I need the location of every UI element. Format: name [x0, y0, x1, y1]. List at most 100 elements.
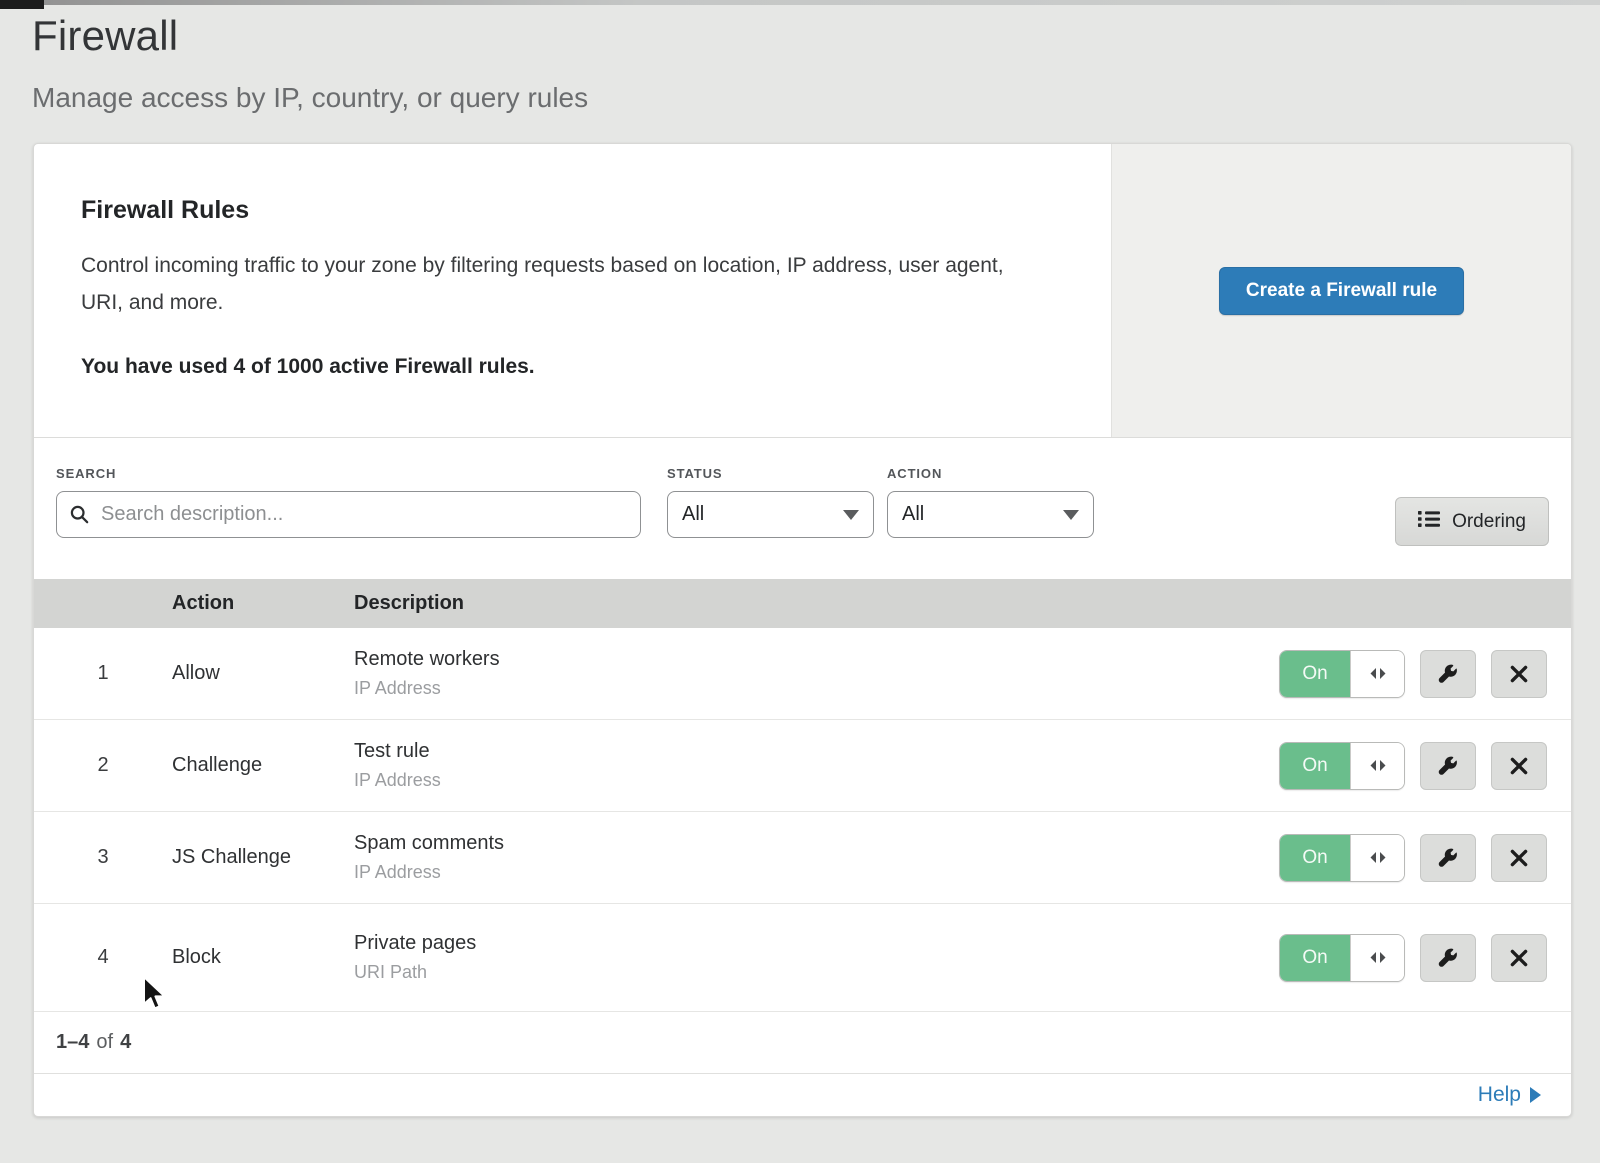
rule-controls: On [1279, 742, 1547, 790]
search-input[interactable] [56, 491, 641, 538]
pagination-total: 4 [120, 1031, 131, 1054]
rules-heading: Firewall Rules [81, 196, 1051, 225]
toggle-handle [1350, 935, 1404, 981]
edit-rule-button[interactable] [1420, 934, 1476, 982]
rule-description-cell: Test rule IP Address [354, 740, 1279, 791]
rule-priority: 2 [34, 754, 172, 777]
rules-intro-text: Firewall Rules Control incoming traffic … [34, 144, 1111, 437]
rule-enabled-toggle[interactable]: On [1279, 742, 1405, 790]
rule-description: Remote workers [354, 648, 1279, 671]
rule-controls: On [1279, 650, 1547, 698]
toggle-handle [1350, 743, 1404, 789]
toggle-on-label: On [1280, 935, 1350, 981]
toggle-handle [1350, 651, 1404, 697]
page-title: Firewall [32, 12, 1568, 60]
rule-description: Private pages [354, 932, 1279, 955]
toggle-on-label: On [1280, 743, 1350, 789]
status-select[interactable]: All [667, 491, 874, 538]
delete-rule-button[interactable] [1491, 834, 1547, 882]
rule-enabled-toggle[interactable]: On [1279, 934, 1405, 982]
rule-controls: On [1279, 834, 1547, 882]
delete-rule-button[interactable] [1491, 650, 1547, 698]
column-header-description: Description [354, 592, 1571, 615]
firewall-rules-card: Firewall Rules Control incoming traffic … [33, 143, 1572, 1117]
close-icon [1509, 756, 1529, 776]
help-row: Help [34, 1074, 1571, 1116]
rule-priority: 4 [34, 946, 172, 969]
ordered-list-icon [1418, 510, 1440, 534]
action-select[interactable]: All [887, 491, 1094, 538]
delete-rule-button[interactable] [1491, 742, 1547, 790]
help-link[interactable]: Help [1478, 1083, 1541, 1107]
window-top-edge [0, 0, 1600, 5]
rule-enabled-toggle[interactable]: On [1279, 834, 1405, 882]
wrench-icon [1437, 847, 1459, 869]
left-right-arrows-icon [1368, 667, 1388, 680]
status-label: STATUS [667, 466, 874, 481]
rule-priority: 3 [34, 846, 172, 869]
edit-rule-button[interactable] [1420, 650, 1476, 698]
edit-rule-button[interactable] [1420, 742, 1476, 790]
wrench-icon [1437, 947, 1459, 969]
page-subtitle: Manage access by IP, country, or query r… [32, 82, 1568, 114]
column-header-action: Action [172, 592, 354, 615]
rule-action: Allow [172, 662, 354, 685]
search-input-wrap [56, 491, 641, 538]
delete-rule-button[interactable] [1491, 934, 1547, 982]
pagination-of-label: of [96, 1031, 113, 1054]
rule-enabled-toggle[interactable]: On [1279, 650, 1405, 698]
rule-match-type: IP Address [354, 770, 1279, 791]
rule-action: Block [172, 946, 354, 969]
left-right-arrows-icon [1368, 759, 1388, 772]
rule-description-cell: Private pages URI Path [354, 932, 1279, 983]
search-icon [69, 504, 90, 530]
create-rule-panel: Create a Firewall rule [1111, 144, 1571, 437]
pagination-range: 1–4 [56, 1031, 89, 1054]
rule-match-type: IP Address [354, 862, 1279, 883]
search-label: SEARCH [56, 466, 641, 481]
rule-action: Challenge [172, 754, 354, 777]
page-header: Firewall Manage access by IP, country, o… [0, 0, 1600, 114]
close-icon [1509, 848, 1529, 868]
action-select-value: All [902, 503, 924, 526]
rule-description: Spam comments [354, 832, 1279, 855]
chevron-down-icon [1063, 510, 1079, 520]
status-select-value: All [682, 503, 704, 526]
left-right-arrows-icon [1368, 851, 1388, 864]
rule-description-cell: Remote workers IP Address [354, 648, 1279, 699]
help-link-label: Help [1478, 1083, 1521, 1107]
rules-intro-section: Firewall Rules Control incoming traffic … [34, 144, 1571, 437]
arrow-right-icon [1530, 1087, 1541, 1103]
rule-description: Test rule [354, 740, 1279, 763]
create-firewall-rule-button[interactable]: Create a Firewall rule [1219, 267, 1464, 315]
toggle-on-label: On [1280, 651, 1350, 697]
wrench-icon [1437, 663, 1459, 685]
table-header: Action Description [34, 579, 1571, 628]
rule-description-cell: Spam comments IP Address [354, 832, 1279, 883]
table-row: 1 Allow Remote workers IP Address On [34, 628, 1571, 720]
ordering-button-label: Ordering [1452, 511, 1526, 533]
close-icon [1509, 948, 1529, 968]
rule-match-type: URI Path [354, 962, 1279, 983]
rule-priority: 1 [34, 662, 172, 685]
status-field-group: STATUS All [667, 466, 874, 538]
action-field-group: ACTION All [887, 466, 1094, 538]
rules-description: Control incoming traffic to your zone by… [81, 247, 1041, 321]
table-row: 2 Challenge Test rule IP Address On [34, 720, 1571, 812]
rules-usage-count: You have used 4 of 1000 active Firewall … [81, 355, 1051, 379]
rule-action: JS Challenge [172, 846, 354, 869]
rule-match-type: IP Address [354, 678, 1279, 699]
pagination: 1–4 of 4 [34, 1012, 1571, 1074]
window-corner-artifact [0, 0, 44, 9]
edit-rule-button[interactable] [1420, 834, 1476, 882]
filters-bar: SEARCH STATUS All ACTION All [34, 438, 1571, 579]
close-icon [1509, 664, 1529, 684]
action-label: ACTION [887, 466, 1094, 481]
ordering-button[interactable]: Ordering [1395, 497, 1549, 546]
toggle-handle [1350, 835, 1404, 881]
table-row: 4 Block Private pages URI Path On [34, 904, 1571, 1012]
rule-controls: On [1279, 934, 1547, 982]
left-right-arrows-icon [1368, 951, 1388, 964]
search-field-group: SEARCH [56, 466, 641, 538]
toggle-on-label: On [1280, 835, 1350, 881]
